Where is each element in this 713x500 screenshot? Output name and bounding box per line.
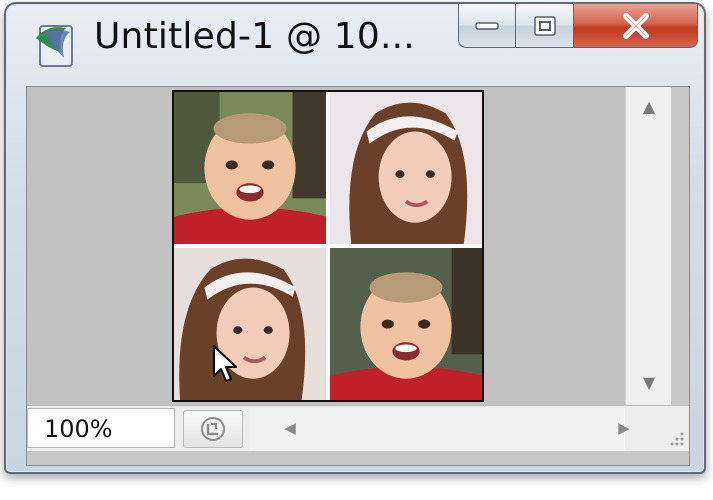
zoom-level-field[interactable]: 100% bbox=[27, 408, 175, 448]
girl-photo[interactable] bbox=[330, 92, 482, 244]
close-button[interactable] bbox=[574, 4, 698, 48]
minimize-button[interactable] bbox=[458, 4, 516, 48]
window-controls bbox=[458, 4, 698, 52]
close-icon bbox=[622, 12, 649, 39]
document-info-icon bbox=[201, 417, 225, 441]
canvas-area[interactable] bbox=[27, 87, 625, 405]
image-canvas[interactable] bbox=[172, 90, 484, 402]
horizontal-scrollbar[interactable]: ◀ ▶ bbox=[249, 408, 630, 450]
resize-grip-icon[interactable] bbox=[667, 429, 685, 447]
photoshop-document-icon bbox=[30, 18, 82, 70]
baby-photo[interactable] bbox=[330, 248, 482, 400]
scroll-down-arrow-icon[interactable]: ▼ bbox=[638, 371, 660, 393]
title-bar[interactable]: Untitled-1 @ 10... bbox=[6, 4, 704, 82]
scroll-right-arrow-icon[interactable]: ▶ bbox=[613, 416, 635, 440]
girl-photo[interactable] bbox=[174, 248, 326, 400]
scroll-up-arrow-icon[interactable]: ▲ bbox=[638, 95, 660, 117]
document-content: ▲ ▼ 100% ◀ ▶ bbox=[26, 86, 690, 466]
status-info-button[interactable] bbox=[183, 410, 243, 448]
status-bar: 100% ◀ ▶ bbox=[27, 405, 689, 451]
window-title: Untitled-1 @ 10... bbox=[94, 16, 415, 57]
scroll-left-arrow-icon[interactable]: ◀ bbox=[279, 416, 301, 440]
document-window: Untitled-1 @ 10... ▲ ▼ 100% ◀ ▶ bbox=[4, 2, 706, 474]
vertical-scrollbar[interactable]: ▲ ▼ bbox=[625, 87, 671, 405]
baby-photo[interactable] bbox=[174, 92, 326, 244]
restore-icon bbox=[533, 15, 556, 36]
minimize-icon bbox=[475, 21, 499, 30]
maximize-button[interactable] bbox=[516, 4, 574, 48]
